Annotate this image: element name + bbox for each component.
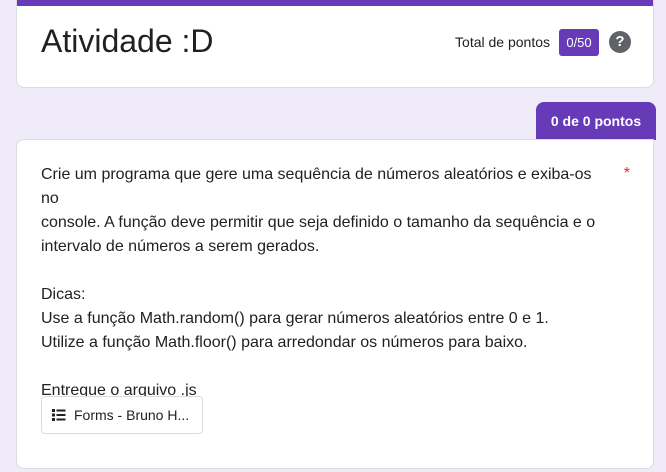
total-points-label: Total de pontos (455, 34, 550, 50)
header-accent-bar (17, 0, 653, 6)
form-header-card: Atividade :D Total de pontos 0/50 ? (16, 0, 654, 88)
attachment-label: Forms - Bruno H... (74, 407, 190, 423)
question-card: Crie um programa que gere uma sequência … (16, 139, 654, 469)
question-text: Crie um programa que gere uma sequência … (41, 166, 596, 399)
attachment-link[interactable]: Forms - Bruno H... (41, 396, 203, 434)
list-icon (52, 409, 66, 421)
total-points-badge: 0/50 (559, 29, 599, 56)
required-asterisk: * (623, 165, 630, 182)
help-icon[interactable]: ? (609, 31, 631, 53)
form-title: Atividade :D (41, 23, 214, 59)
question-score-tab: 0 de 0 pontos (536, 102, 656, 140)
